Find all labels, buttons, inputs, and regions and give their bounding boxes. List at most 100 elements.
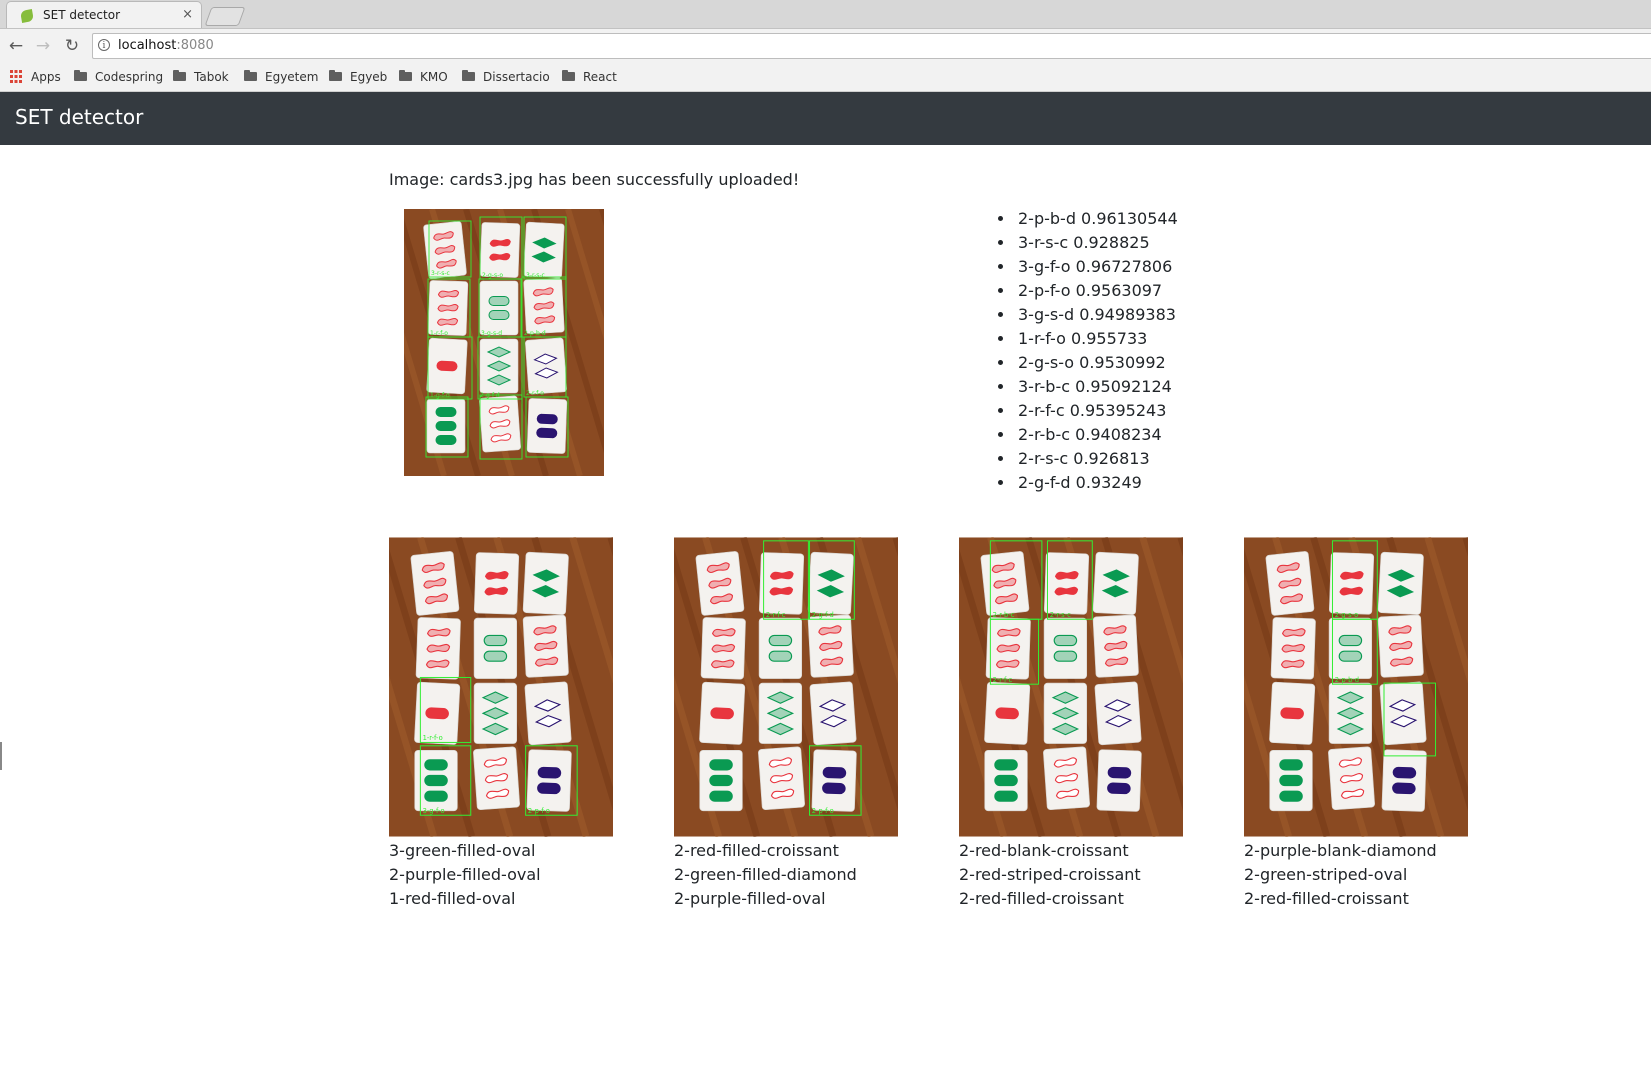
detection-label: 3-r-s-c	[431, 270, 450, 277]
set-card	[699, 681, 746, 745]
bookmark-label: Tabok	[194, 70, 229, 84]
set-card	[1270, 617, 1316, 680]
set-card	[809, 681, 857, 746]
prediction-item: 3-g-f-o 0.96727806	[1015, 255, 1178, 279]
bookmark-react[interactable]: React	[562, 68, 617, 86]
oval-shape	[424, 790, 448, 802]
card-face	[525, 337, 567, 395]
set-card	[1043, 746, 1090, 811]
card-face	[1379, 681, 1427, 746]
set-card	[523, 221, 565, 279]
set-card	[426, 398, 466, 454]
navbar-brand[interactable]: SET detector	[15, 105, 143, 129]
card-face	[758, 552, 805, 615]
info-icon[interactable]: i	[98, 39, 110, 51]
oval-shape	[425, 707, 449, 720]
set-card	[1328, 617, 1373, 679]
detection-label: 2-p-f-o	[812, 807, 834, 815]
set-card	[1377, 551, 1424, 615]
detection-label: 2-g-s-o	[482, 272, 503, 279]
set-card	[1043, 617, 1088, 679]
oval-shape	[1338, 634, 1363, 647]
set-card	[1269, 749, 1313, 812]
set-card	[479, 280, 519, 336]
prediction-item: 1-r-f-o 0.955733	[1015, 327, 1178, 351]
detection-label: 3-g-f-o	[423, 807, 445, 815]
oval-shape	[709, 774, 733, 787]
bookmark-tabok[interactable]: Tabok	[173, 68, 229, 86]
set-card	[807, 551, 854, 615]
set-card	[984, 749, 1028, 812]
bookmark-codespring[interactable]: Codespring	[74, 68, 163, 86]
folder-icon	[244, 70, 257, 81]
bookmark-egyetem[interactable]: Egyetem	[244, 68, 318, 86]
bookmark-label: React	[583, 70, 617, 84]
bookmark-label: KMO	[420, 70, 448, 84]
bookmark-egyeb[interactable]: Egyeb	[329, 68, 387, 86]
set-card-label: 2-red-filled-croissant	[959, 889, 1124, 908]
set-card	[1379, 681, 1427, 746]
detection-label: 2-p-b-d	[524, 330, 546, 337]
set-card	[523, 277, 565, 335]
card-face	[479, 222, 521, 278]
oval-shape	[537, 782, 561, 795]
set-card	[1265, 551, 1315, 616]
tab-strip: SET detector ×	[0, 0, 1651, 29]
upload-message: Image: cards3.jpg has been successfully …	[389, 170, 800, 189]
set-card-label: 3-green-filled-oval	[389, 841, 536, 860]
detection-label: 2-p-f-o	[528, 807, 550, 815]
set-photo: 2-g-s-o 2-p-b-d	[1244, 537, 1468, 837]
oval-shape	[424, 774, 448, 787]
set-card	[415, 617, 461, 680]
oval-shape	[994, 759, 1018, 771]
close-icon[interactable]: ×	[182, 7, 193, 22]
set-card	[1094, 681, 1142, 746]
card-face	[811, 749, 857, 812]
set-card	[524, 681, 572, 746]
folder-icon	[74, 70, 87, 81]
set-photo: 2-r-f-c 2-g-f-d 2-p-f-o	[674, 537, 898, 837]
card-face	[479, 280, 519, 336]
set-card	[758, 746, 805, 811]
back-arrow-icon[interactable]: ←	[5, 35, 27, 57]
bookmark-apps[interactable]: Apps	[10, 68, 61, 86]
card-face	[473, 617, 518, 679]
set-card-label: 2-red-blank-croissant	[959, 841, 1129, 860]
uploaded-photo: 3-r-s-c 2-g-s-o 3-r-s-c 1-r-f-o 3-g-s-d 2-p-b…	[404, 209, 604, 476]
set-card	[985, 617, 1031, 680]
set-card	[1043, 552, 1090, 615]
set-card	[427, 280, 469, 336]
bookmark-dissertacio[interactable]: Dissertacio	[462, 68, 550, 86]
oval-shape	[1107, 782, 1131, 795]
forward-arrow-icon[interactable]: →	[32, 35, 54, 57]
set-result-1: 1-r-f-o 3-g-f-o 2-p-f-o 3-green-filled-ova…	[389, 537, 614, 911]
set-card	[980, 551, 1030, 616]
url-text[interactable]: localhost:8080	[118, 38, 214, 53]
card-face	[473, 552, 520, 615]
bookmark-kmo[interactable]: KMO	[399, 68, 448, 86]
card-face	[526, 749, 572, 812]
set-card	[758, 682, 803, 744]
set-card	[473, 682, 518, 744]
oval-shape	[822, 782, 846, 795]
reload-icon[interactable]: ↻	[61, 35, 83, 57]
oval-shape	[768, 634, 793, 647]
oval-shape	[436, 360, 458, 372]
oval-shape	[1392, 766, 1417, 779]
detection-label: 3-r-s-c	[526, 272, 545, 279]
browser-tab[interactable]: SET detector ×	[6, 1, 202, 28]
leaf-icon	[20, 9, 34, 23]
set-card	[522, 614, 569, 678]
card-face	[1381, 749, 1427, 812]
set-card	[1096, 749, 1142, 812]
card-face	[1377, 551, 1424, 615]
set-card	[1328, 682, 1373, 744]
new-tab-button[interactable]	[204, 7, 246, 26]
prediction-item: 3-g-s-d 0.94989383	[1015, 303, 1178, 327]
set-card	[758, 552, 805, 615]
detection-label: 2-r-f-c	[766, 611, 786, 619]
detection-label: 2-r-s-c	[1050, 611, 1071, 619]
address-bar[interactable]: i localhost:8080	[92, 33, 1651, 59]
set-card	[426, 337, 468, 395]
card-face	[1328, 552, 1375, 615]
